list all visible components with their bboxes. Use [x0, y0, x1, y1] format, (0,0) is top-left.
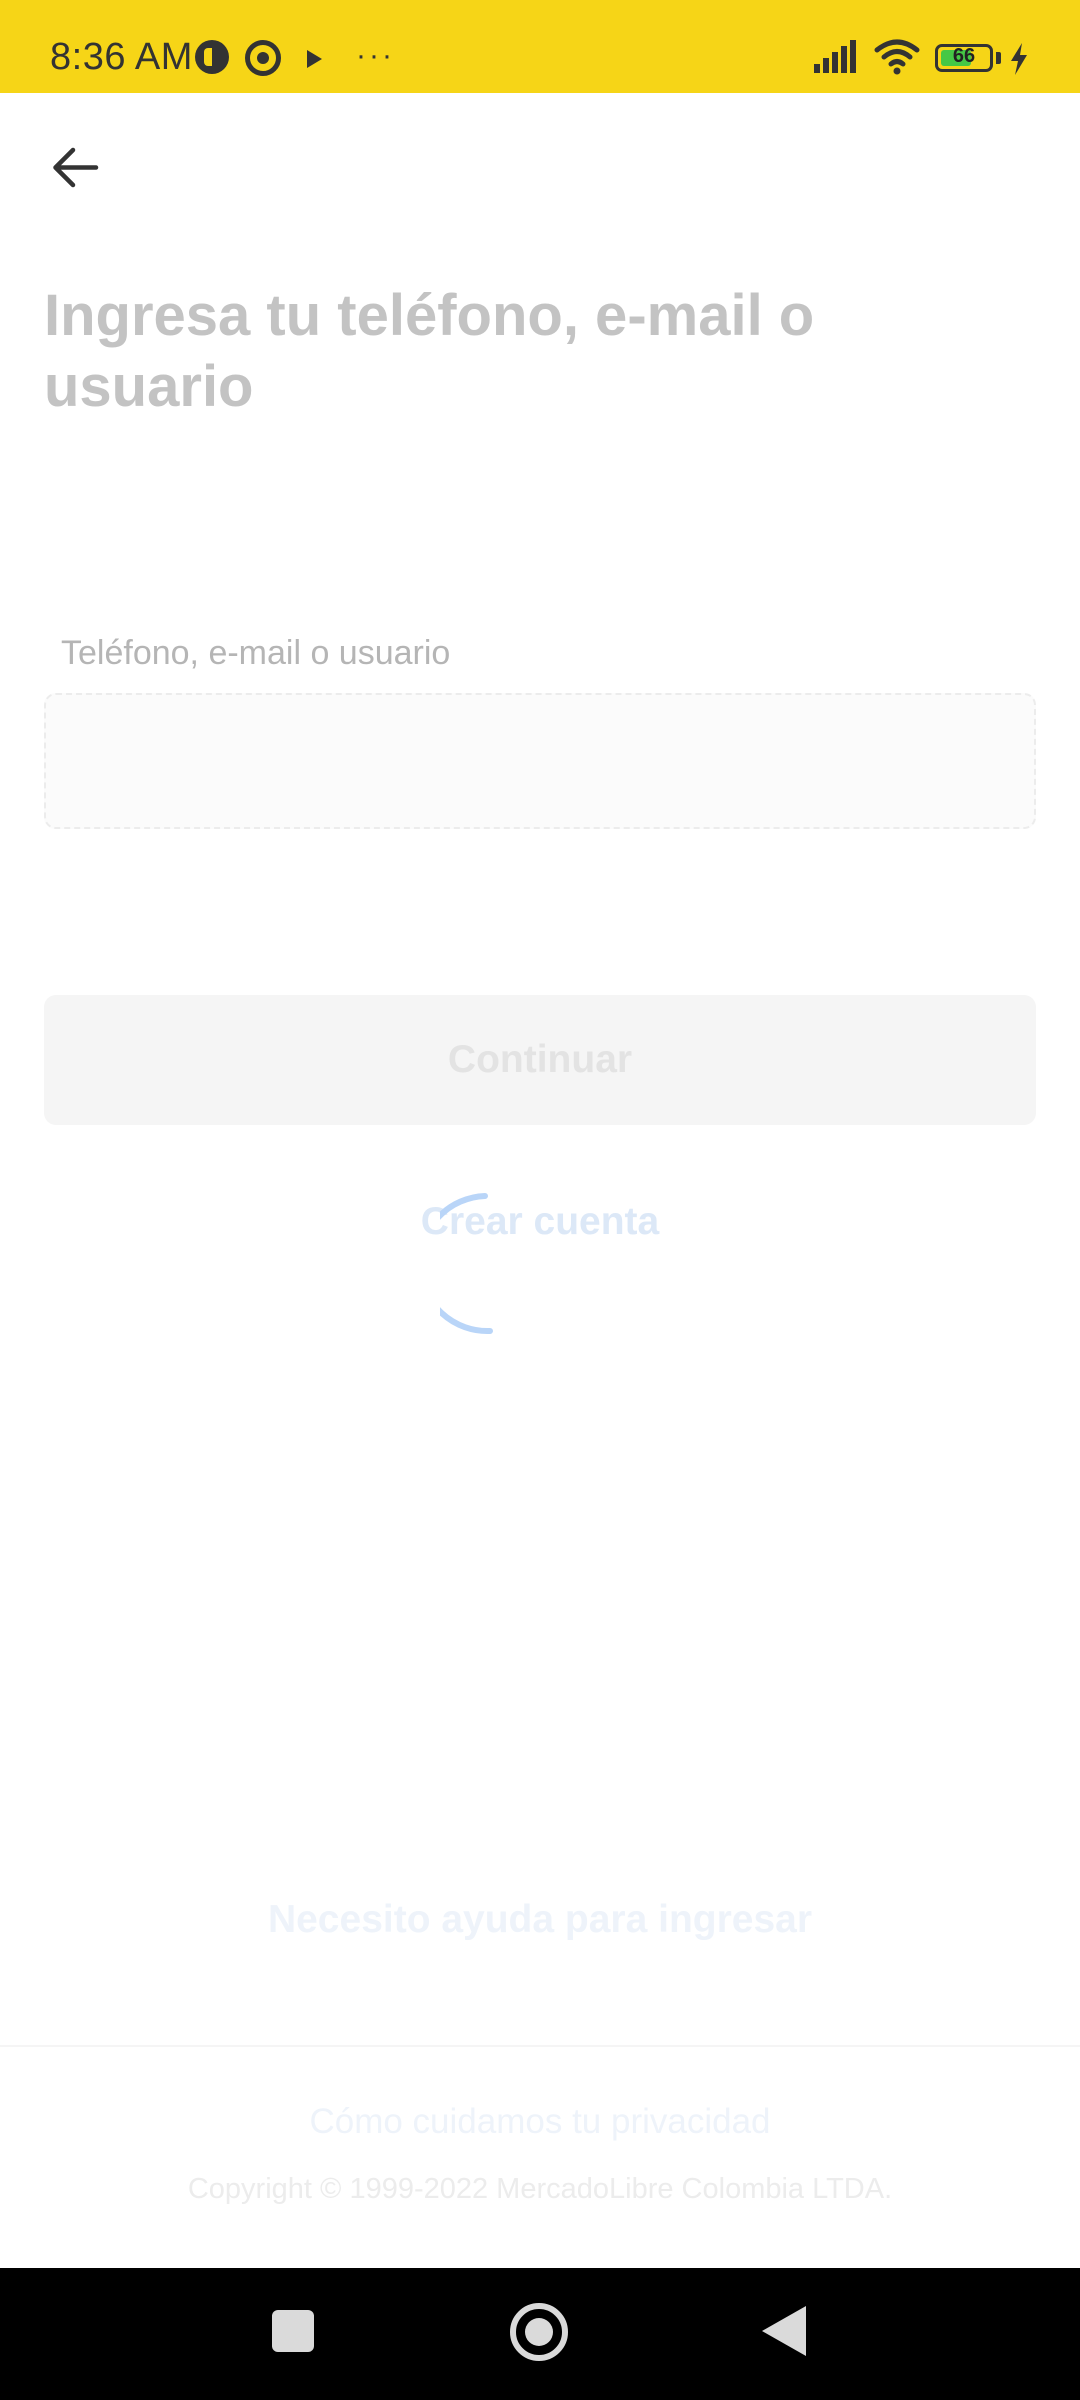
privacy-link[interactable]: Cómo cuidamos tu privacidad: [0, 2102, 1080, 2142]
navigation-bar: [0, 2268, 1080, 2400]
battery-level: 66: [952, 45, 976, 67]
loading-spinner-icon: [440, 1193, 493, 1335]
battery-icon: 66: [935, 44, 993, 72]
signal-icon: [814, 40, 856, 73]
back-icon[interactable]: [762, 2306, 806, 2356]
battery-cap: [996, 52, 1001, 64]
status-time: 8:36 AM: [50, 36, 193, 78]
arrow-left-icon[interactable]: [40, 130, 115, 205]
status-bar: 8:36 AM ··· 66: [0, 0, 1080, 93]
play-icon: [307, 50, 322, 68]
sync-icon: [245, 40, 281, 76]
wifi-icon: [874, 39, 920, 75]
phone-email-user-input[interactable]: [44, 693, 1036, 829]
field-label: Teléfono, e-mail o usuario: [61, 634, 451, 672]
page-title: Ingresa tu teléfono, e-mail o usuario: [44, 283, 815, 419]
continue-button[interactable]: Continuar: [44, 995, 1036, 1125]
footer-divider: [0, 2045, 1080, 2047]
help-link[interactable]: Necesito ayuda para ingresar: [0, 1898, 1080, 1942]
home-icon[interactable]: [510, 2303, 568, 2361]
app-notification-icon: [195, 40, 229, 74]
recents-icon[interactable]: [272, 2310, 314, 2352]
more-dots-icon: ···: [356, 39, 395, 72]
charging-icon: [1011, 43, 1027, 75]
copyright-text: Copyright © 1999-2022 MercadoLibre Colom…: [187, 2173, 893, 2205]
